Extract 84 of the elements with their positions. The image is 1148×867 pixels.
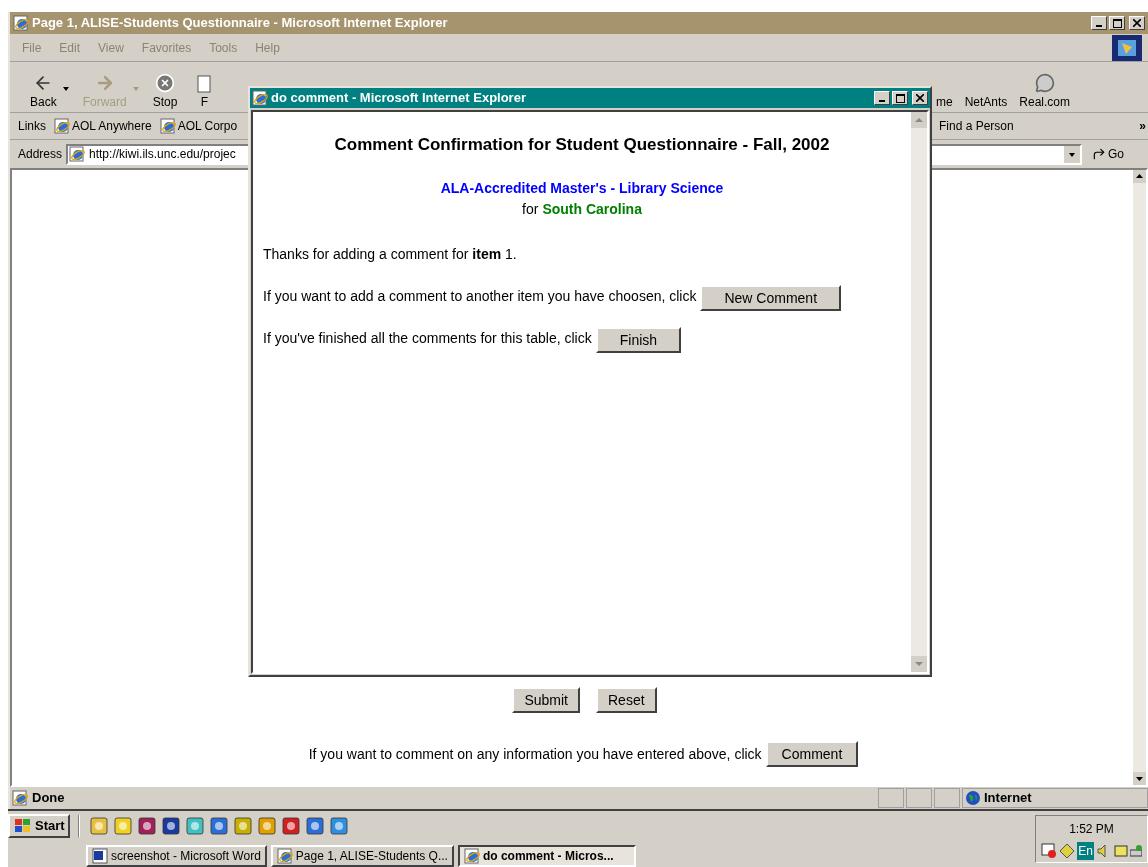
window-title: do comment - Microsoft Internet Explorer [271,89,527,108]
tray-app-icon[interactable] [1113,844,1128,858]
ie-icon [252,90,268,106]
windows-logo-icon [1112,34,1142,61]
action-button[interactable]: New Comment [700,284,842,311]
scroll-up-icon[interactable] [1133,170,1146,183]
clock: 1:52 PM [1069,821,1114,838]
app-icon[interactable] [89,817,108,835]
network-icon[interactable] [1129,844,1142,858]
language-indicator[interactable]: En [1077,842,1094,860]
close-icon [1133,19,1141,27]
form-button[interactable]: Submit [512,687,580,713]
speech-bubble-icon [1034,73,1055,93]
maximize-icon [895,93,905,103]
instruction-text: If you want to add a comment to another item you have choosen, click [263,286,697,306]
scrollbar[interactable] [1133,170,1146,785]
ie-icon [13,15,29,31]
close-icon [916,94,924,102]
toolbar-button[interactable]: F [191,65,218,109]
toolbar-button[interactable]: me [930,65,959,109]
close-button[interactable] [1129,16,1145,30]
app-icon[interactable] [281,817,300,835]
status-panel [934,788,960,808]
app-icon[interactable] [161,817,180,835]
zone-text: Internet [984,789,1032,808]
app-icon[interactable] [113,817,132,835]
close-button[interactable] [912,91,928,105]
link-button[interactable]: AOL Corpo [159,117,238,135]
status-panel [878,788,904,808]
taskbar-button[interactable]: screenshot - Microsoft Word [86,845,267,867]
app-icon[interactable] [305,817,324,835]
app-icon[interactable] [329,817,348,835]
tray-app-icon[interactable] [1059,843,1076,859]
minimize-button[interactable] [874,91,890,105]
ie-icon [69,146,86,162]
ie-icon [463,848,480,864]
form-button[interactable]: Reset [596,687,657,713]
toolbar-button[interactable]: Stop [146,65,184,109]
page-icon [197,75,212,93]
thanks-message: Thanks for adding a comment for item 1. [263,244,518,264]
minimize-button[interactable] [1091,16,1107,30]
toolbar-button[interactable]: Real.com [1013,65,1077,109]
links-label: Links [18,118,46,135]
app-icon[interactable] [209,817,228,835]
program-name: ALA-Accredited Master's - Library Science [439,178,725,198]
stop-icon [155,73,176,93]
link-button[interactable]: AOL Anywhere [54,117,152,135]
app-icon[interactable] [137,817,156,835]
comment-prompt: If you want to comment on any information you have entered above, click [308,744,762,764]
ie-icon [12,790,28,806]
windows-flag-icon [13,818,33,834]
maximize-button[interactable] [1109,16,1125,30]
status-text: Done [32,789,65,808]
page-heading: Comment Confirmation for Student Questionnaire - Fall, 2002 [333,134,831,156]
action-button[interactable]: Finish [595,326,682,353]
link-button[interactable]: Find a Person [939,117,1014,135]
maximize-button[interactable] [892,91,908,105]
state-name: South Carolina [542,199,642,219]
ie-icon [159,118,176,134]
dropdown-caret-icon[interactable] [62,87,69,91]
app-icon[interactable] [257,817,276,835]
go-arrow-icon [1092,147,1107,161]
app-icon[interactable] [233,817,252,835]
toolbar-button[interactable]: NetAnts [958,65,1014,109]
taskbar-button[interactable]: Page 1, ALISE-Students Q... [270,845,454,867]
scroll-down-icon[interactable] [1133,772,1146,785]
maximize-icon [1112,18,1122,28]
instruction-text: If you've finished all the comments for this table, click [263,328,592,348]
globe-icon [966,791,980,805]
go-button[interactable]: Go [1092,145,1125,163]
for-label: for [522,199,539,219]
document-icon [92,848,108,864]
ie-icon [276,848,293,864]
app-icon[interactable] [185,817,204,835]
ie-icon [54,118,70,134]
comment-button[interactable]: Comment [765,741,859,767]
address-label: Address [18,146,63,163]
start-button[interactable]: Start [8,814,70,838]
window-title: Page 1, ALISE-Students Questionnaire - Microsoft Internet Explorer [32,14,449,33]
taskbar-button[interactable]: do comment - Micros... [457,845,636,867]
status-panel [906,788,932,808]
toolbar-button[interactable]: Back [24,65,63,109]
scheduler-icon[interactable] [1041,843,1058,859]
more-links-button[interactable]: » [1139,117,1146,135]
